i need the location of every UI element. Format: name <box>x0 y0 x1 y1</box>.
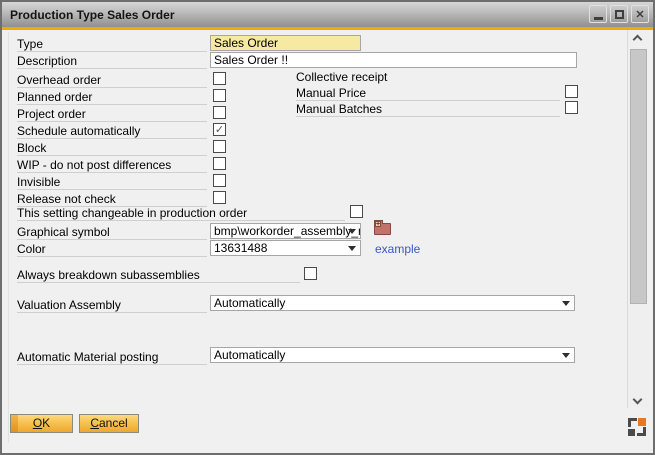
valuation-assembly-value: Automatically <box>214 296 285 310</box>
accent-bar <box>2 27 653 30</box>
project-order-checkbox[interactable] <box>213 106 226 119</box>
schedule-automatically-checkbox[interactable]: ✓ <box>213 123 226 136</box>
block-label: Block <box>17 141 207 156</box>
material-posting-label: Automatic Material posting <box>17 350 207 365</box>
close-button[interactable]: ✕ <box>631 5 649 23</box>
resize-grip-icon[interactable] <box>628 418 646 436</box>
folder-add-icon[interactable]: + <box>374 223 391 235</box>
release-not-check-label: Release not check <box>17 192 207 207</box>
maximize-icon <box>615 10 624 19</box>
title-bar[interactable]: Production Type Sales Order ✕ <box>2 2 653 27</box>
wip-label: WIP - do not post differences <box>17 158 207 173</box>
minimize-icon <box>594 17 603 20</box>
scroll-down-icon[interactable] <box>633 395 643 405</box>
content-left-divider <box>8 32 9 443</box>
invisible-label: Invisible <box>17 175 207 190</box>
maximize-button[interactable] <box>610 5 628 23</box>
type-input[interactable]: Sales Order <box>210 35 361 51</box>
changeable-label: This setting changeable in production or… <box>17 206 345 221</box>
chevron-down-icon <box>348 229 356 234</box>
example-link[interactable]: example <box>375 242 420 256</box>
release-not-check-checkbox[interactable] <box>213 191 226 204</box>
changeable-checkbox[interactable] <box>350 205 363 218</box>
ok-button-label: O <box>33 416 42 430</box>
description-label: Description <box>17 54 207 69</box>
graphical-symbol-label: Graphical symbol <box>17 225 207 240</box>
scroll-up-icon[interactable] <box>633 35 643 45</box>
overhead-order-label: Overhead order <box>17 73 207 88</box>
manual-batches-label: Manual Batches <box>296 102 560 117</box>
graphical-symbol-dropdown[interactable]: bmp\workorder_assembly_re <box>210 223 361 239</box>
valuation-assembly-dropdown[interactable]: Automatically <box>210 295 575 311</box>
project-order-label: Project order <box>17 107 207 122</box>
invisible-checkbox[interactable] <box>213 174 226 187</box>
planned-order-checkbox[interactable] <box>213 89 226 102</box>
color-value: 13631488 <box>214 241 267 255</box>
color-dropdown[interactable]: 13631488 <box>210 240 361 256</box>
minimize-button[interactable] <box>589 5 607 23</box>
ok-button[interactable]: OK <box>10 414 73 433</box>
wip-checkbox[interactable] <box>213 157 226 170</box>
breakdown-label: Always breakdown subassemblies <box>17 268 300 283</box>
manual-price-checkbox[interactable] <box>565 85 578 98</box>
chevron-down-icon <box>562 353 570 358</box>
chevron-down-icon <box>348 246 356 251</box>
window-title: Production Type Sales Order <box>10 8 174 22</box>
schedule-automatically-label: Schedule automatically <box>17 124 207 139</box>
color-label: Color <box>17 242 207 257</box>
description-input[interactable]: Sales Order !! <box>210 52 577 68</box>
cancel-button-label: C <box>90 416 99 430</box>
cancel-button[interactable]: Cancel <box>79 414 139 433</box>
collective-receipt-label: Collective receipt <box>296 70 560 85</box>
valuation-assembly-label: Valuation Assembly <box>17 298 207 313</box>
graphical-symbol-value: bmp\workorder_assembly_re <box>214 224 361 238</box>
default-button-stripe <box>11 415 18 432</box>
breakdown-checkbox[interactable] <box>304 267 317 280</box>
manual-batches-checkbox[interactable] <box>565 101 578 114</box>
overhead-order-checkbox[interactable] <box>213 72 226 85</box>
scrollbar-thumb[interactable] <box>630 49 647 304</box>
material-posting-dropdown[interactable]: Automatically <box>210 347 575 363</box>
type-label: Type <box>17 37 207 52</box>
material-posting-value: Automatically <box>214 348 285 362</box>
block-checkbox[interactable] <box>213 140 226 153</box>
close-icon: ✕ <box>635 8 644 21</box>
manual-price-label: Manual Price <box>296 86 560 101</box>
planned-order-label: Planned order <box>17 90 207 105</box>
vertical-scrollbar[interactable] <box>627 30 648 408</box>
plus-badge-icon: + <box>375 221 381 227</box>
dialog-production-type: Production Type Sales Order ✕ Type Sales… <box>0 0 655 455</box>
chevron-down-icon <box>562 301 570 306</box>
